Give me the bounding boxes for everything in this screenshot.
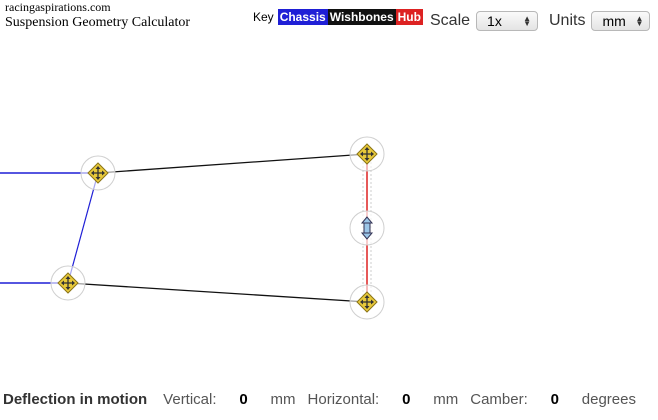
upper-wishbone-line bbox=[97, 153, 368, 174]
suspension-diagram bbox=[0, 136, 385, 320]
hub-vertical-travel-handle[interactable] bbox=[349, 210, 385, 246]
chassis-lower-pivot-handle[interactable] bbox=[50, 265, 86, 301]
camber-unit: degrees bbox=[581, 390, 636, 408]
hub-upper-ball-joint-handle[interactable] bbox=[349, 136, 385, 172]
horizontal-label: Horizontal: bbox=[307, 390, 380, 408]
vertical-unit: mm bbox=[270, 390, 296, 408]
camber-value: 0 bbox=[550, 390, 559, 408]
vertical-value: 0 bbox=[239, 390, 248, 408]
horizontal-value: 0 bbox=[402, 390, 411, 408]
deflection-heading: Deflection in motion bbox=[3, 390, 148, 408]
horizontal-unit: mm bbox=[433, 390, 459, 408]
hub-lower-ball-joint-handle[interactable] bbox=[349, 284, 385, 320]
lower-wishbone-line bbox=[67, 282, 368, 303]
chassis-upper-pivot-handle[interactable] bbox=[80, 155, 116, 191]
camber-label: Camber: bbox=[470, 390, 528, 408]
deflection-readout: Deflection in motion Vertical: 0 mm Hori… bbox=[3, 389, 636, 409]
vertical-label: Vertical: bbox=[163, 390, 217, 408]
